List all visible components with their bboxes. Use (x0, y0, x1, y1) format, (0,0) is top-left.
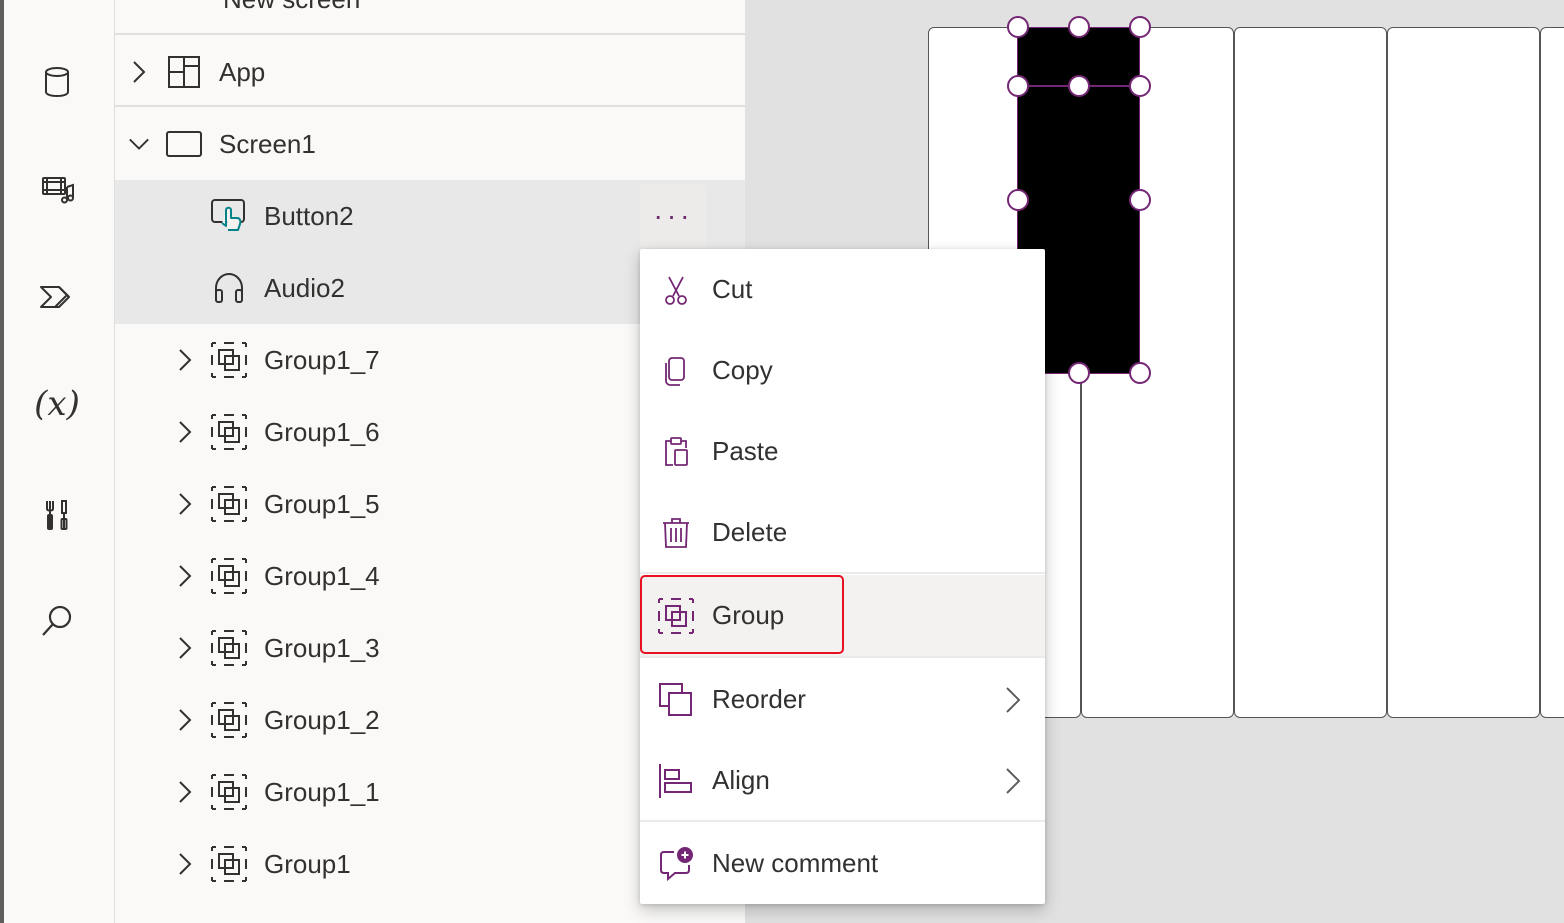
resize-handle[interactable] (1129, 362, 1151, 384)
search-rail-button[interactable] (30, 594, 84, 648)
data-rail-button[interactable] (30, 55, 84, 109)
menu-separator (640, 572, 1045, 574)
group-icon (209, 556, 249, 596)
divider (115, 33, 745, 35)
rail-edge (0, 0, 4, 923)
context-menu: Cut Copy Paste Delete Group Reorder Alig… (640, 249, 1045, 904)
menu-item-label: Cut (712, 274, 753, 304)
tree-item-button2[interactable]: Button2 ··· (115, 180, 745, 252)
tree-item-app[interactable]: App (115, 36, 745, 108)
piano-white-key[interactable] (1387, 27, 1540, 718)
delete-icon (657, 514, 695, 552)
tree-item-label: Audio2 (264, 272, 345, 303)
chevron-right-icon[interactable] (174, 349, 196, 371)
tree-item-label: Group1 (264, 848, 351, 879)
chevron-right-icon[interactable] (174, 781, 196, 803)
resize-handle[interactable] (1068, 16, 1090, 38)
menu-item-paste[interactable]: Paste (640, 411, 1045, 492)
new-screen-label: New screen (223, 0, 360, 15)
menu-item-copy[interactable]: Copy (640, 330, 1045, 411)
variables-rail-button[interactable]: (x) (30, 377, 84, 431)
chevron-right-icon (1006, 767, 1021, 794)
align-icon (657, 762, 695, 800)
power-apps-studio: (x) New screen (0, 0, 1564, 923)
power-automate-rail-button[interactable] (30, 270, 84, 324)
headphones-icon (209, 268, 249, 308)
tree-item-label: Group1_5 (264, 488, 380, 519)
new-screen-row[interactable]: New screen (115, 0, 745, 32)
group-icon (209, 844, 249, 884)
chevron-right-icon (1006, 686, 1021, 713)
new-comment-icon (657, 845, 695, 883)
chevron-down-icon[interactable] (128, 133, 150, 155)
group-icon (209, 484, 249, 524)
resize-handle[interactable] (1068, 75, 1090, 97)
tree-item-label: Group1_7 (264, 344, 380, 375)
menu-item-label: Copy (712, 355, 773, 385)
tree-item-label: Group1_2 (264, 704, 380, 735)
piano-white-key[interactable] (1234, 27, 1387, 718)
chevron-right-icon[interactable] (174, 421, 196, 443)
reorder-icon (657, 681, 695, 719)
chevron-right-icon[interactable] (174, 709, 196, 731)
resize-handle[interactable] (1129, 16, 1151, 38)
group-icon (209, 700, 249, 740)
tree-item-label: Button2 (264, 200, 354, 231)
group-icon (209, 772, 249, 812)
screen-icon (164, 124, 204, 164)
menu-item-align[interactable]: Align (640, 740, 1045, 821)
button-icon (209, 196, 249, 236)
group-icon (209, 340, 249, 380)
highlight-box (640, 575, 844, 654)
resize-handle[interactable] (1129, 189, 1151, 211)
chevron-right-icon[interactable] (174, 853, 196, 875)
database-icon (45, 67, 69, 98)
tree-item-label: App (219, 56, 266, 87)
menu-item-label: Paste (712, 436, 779, 466)
tree-item-label: Screen1 (219, 128, 316, 159)
menu-item-cut[interactable]: Cut (640, 249, 1045, 330)
resize-handle[interactable] (1007, 75, 1029, 97)
menu-item-reorder[interactable]: Reorder (640, 659, 1045, 740)
group-icon (209, 412, 249, 452)
copy-icon (657, 352, 695, 390)
divider (115, 105, 745, 107)
resize-handle[interactable] (1129, 75, 1151, 97)
tree-item-screen1[interactable]: Screen1 (115, 108, 745, 180)
variables-icon: (x) (34, 384, 80, 424)
menu-item-label: Align (712, 765, 770, 795)
tree-item-label: Group1_1 (264, 776, 380, 807)
power-automate-icon (40, 286, 70, 308)
chevron-right-icon[interactable] (174, 637, 196, 659)
resize-handle[interactable] (1068, 362, 1090, 384)
resize-handle[interactable] (1007, 16, 1029, 38)
chevron-right-icon[interactable] (174, 565, 196, 587)
media-rail-button[interactable] (30, 162, 84, 216)
tools-icon (46, 500, 68, 530)
group-icon (209, 628, 249, 668)
tree-item-label: Group1_4 (264, 560, 380, 591)
paste-icon (657, 433, 695, 471)
chevron-right-icon[interactable] (174, 493, 196, 515)
menu-item-label: New comment (712, 848, 879, 878)
tools-rail-button[interactable] (30, 488, 84, 542)
app-grid-icon (164, 52, 204, 92)
more-options-button[interactable]: ··· (640, 184, 707, 248)
left-rail: (x) (0, 0, 115, 923)
menu-item-label: Reorder (712, 684, 806, 714)
menu-item-delete[interactable]: Delete (640, 492, 1045, 573)
cut-icon (657, 271, 695, 309)
menu-item-label: Delete (712, 517, 788, 547)
search-icon (42, 605, 72, 636)
resize-handle[interactable] (1007, 189, 1029, 211)
chevron-right-icon[interactable] (128, 61, 150, 83)
menu-separator (640, 820, 1045, 822)
tree-item-label: Group1_6 (264, 416, 380, 447)
media-icon (42, 177, 74, 204)
menu-item-new-comment[interactable]: New comment (640, 823, 1045, 904)
menu-separator (640, 656, 1045, 658)
piano-white-key[interactable] (1540, 27, 1564, 718)
tree-item-label: Group1_3 (264, 632, 380, 663)
